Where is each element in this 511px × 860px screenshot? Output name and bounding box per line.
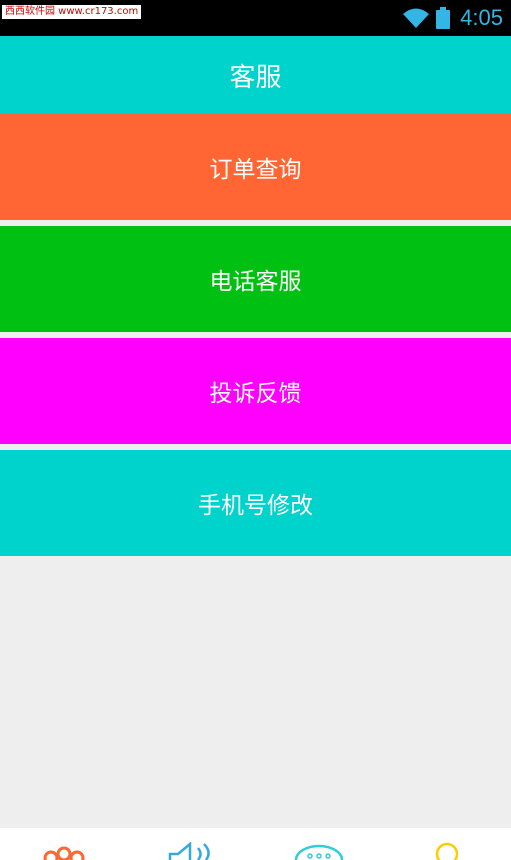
wifi-icon [403, 8, 430, 28]
page-title: 客服 [229, 62, 282, 93]
service-menu: 订单查询 电话客服 投诉反馈 手机号修改 [0, 114, 511, 562]
phone-service-label: 电话客服 [209, 269, 302, 295]
bottom-nav [0, 828, 511, 860]
status-icons: 4:05 [402, 0, 503, 36]
title-bar: 客服 [0, 36, 511, 114]
battery-icon [436, 7, 451, 29]
chat-bubble-icon[interactable] [294, 842, 344, 860]
complaint-feedback-button[interactable]: 投诉反馈 [0, 338, 511, 444]
status-clock: 4:05 [460, 5, 503, 30]
phone-service-button[interactable]: 电话客服 [0, 226, 511, 332]
user-icon[interactable] [432, 842, 462, 860]
watermark-label: 西西软件园 www.cr173.com [2, 5, 142, 19]
change-phone-label: 手机号修改 [198, 493, 313, 519]
speaker-icon[interactable] [168, 842, 214, 860]
status-bar: 西西软件园 www.cr173.com 4:05 [0, 0, 511, 36]
complaint-feedback-label: 投诉反馈 [209, 381, 302, 407]
order-query-label: 订单查询 [209, 157, 302, 183]
change-phone-button[interactable]: 手机号修改 [0, 450, 511, 556]
flower-icon[interactable] [42, 842, 86, 860]
order-query-button[interactable]: 订单查询 [0, 114, 511, 220]
